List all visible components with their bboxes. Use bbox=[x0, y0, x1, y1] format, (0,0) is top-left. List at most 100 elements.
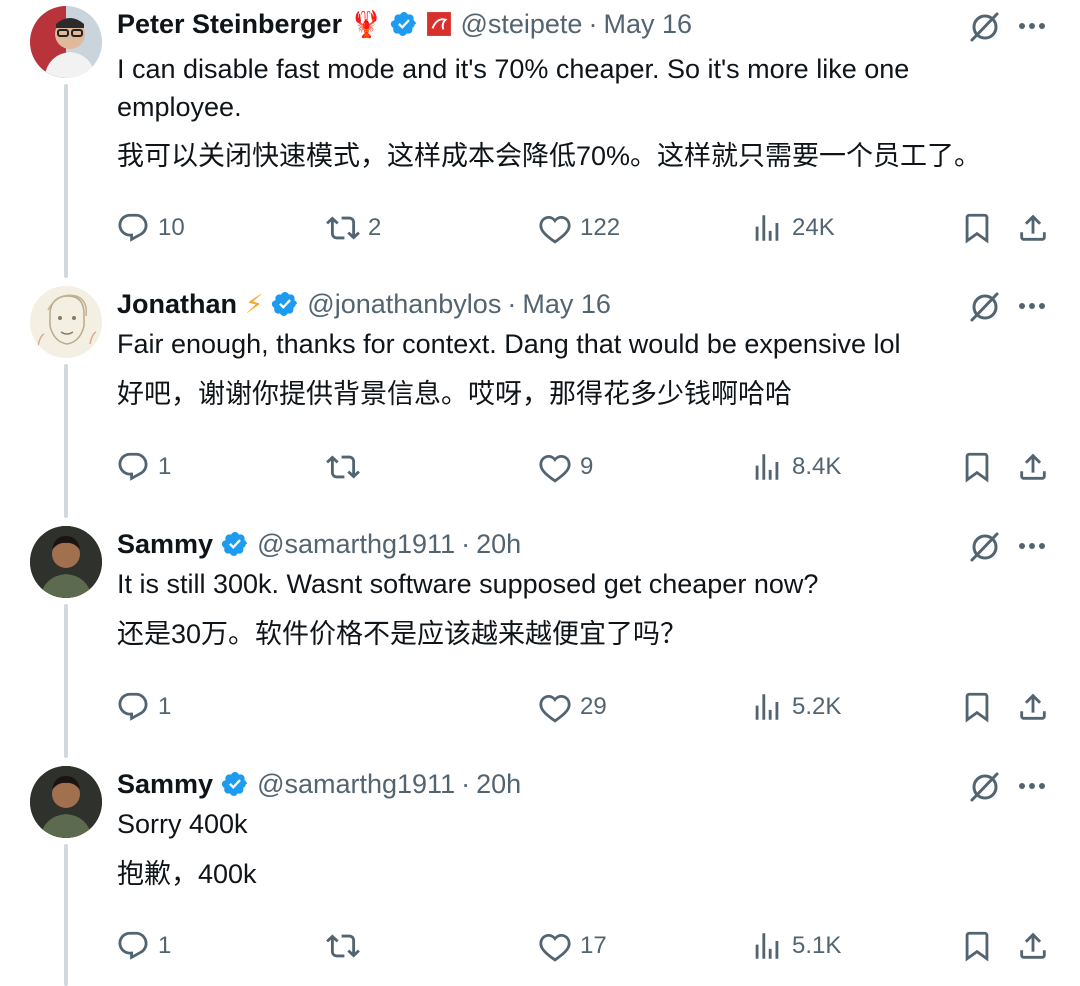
share-button[interactable] bbox=[1016, 447, 1050, 487]
retweet-button[interactable]: 2 bbox=[326, 208, 381, 248]
author-name[interactable]: Sammy bbox=[117, 529, 213, 560]
avatar-image bbox=[30, 286, 102, 358]
views-button[interactable]: 5.1K bbox=[750, 926, 841, 966]
author-name[interactable]: Sammy bbox=[117, 769, 213, 800]
grok-icon[interactable] bbox=[964, 526, 1004, 566]
grok-icon[interactable] bbox=[964, 6, 1004, 46]
speech-bubble-icon bbox=[118, 692, 148, 721]
tweet-text-zh: 好吧，谢谢你提供背景信息。哎呀，那得花多少钱啊哈哈 bbox=[117, 379, 792, 409]
tweet-date[interactable]: 20h bbox=[476, 769, 521, 800]
views-button[interactable]: 5.2K bbox=[750, 687, 841, 727]
avatar[interactable] bbox=[30, 286, 102, 358]
tweet-text-en: Fair enough, thanks for context. Dang th… bbox=[117, 329, 901, 359]
heart-outline-icon bbox=[539, 694, 571, 723]
heart-outline-icon bbox=[539, 933, 571, 962]
retweet-arrows-icon bbox=[326, 455, 360, 479]
more-options-icon[interactable] bbox=[1014, 8, 1050, 44]
more-options-icon[interactable] bbox=[1014, 528, 1050, 564]
tweet-header: Sammy @samarthg1911 · 20h bbox=[117, 526, 521, 562]
like-count: 9 bbox=[580, 453, 594, 480]
share-upload-icon bbox=[1020, 453, 1046, 480]
like-button[interactable]: 29 bbox=[538, 687, 607, 727]
heart-outline-icon bbox=[539, 454, 571, 483]
author-handle[interactable]: @steipete bbox=[460, 9, 582, 40]
share-button[interactable] bbox=[1016, 926, 1050, 966]
tweet-text-zh: 我可以关闭快速模式，这样成本会降低70%。这样就只需要一个员工了。 bbox=[117, 141, 982, 171]
author-name[interactable]: Peter Steinberger bbox=[117, 9, 342, 40]
views-count: 8.4K bbox=[792, 453, 842, 480]
bookmark-icon bbox=[965, 452, 989, 483]
avatar-image bbox=[30, 766, 102, 838]
retweet-arrows-icon bbox=[326, 934, 360, 958]
speech-bubble-icon bbox=[118, 931, 148, 960]
author-name[interactable]: Jonathan bbox=[117, 289, 237, 320]
tweet[interactable]: Sammy @samarthg1911 · 20h Sorry 400k 抱歉，… bbox=[0, 760, 1080, 986]
views-count: 5.2K bbox=[792, 693, 842, 720]
grok-icon[interactable] bbox=[964, 286, 1004, 326]
bar-chart-icon bbox=[755, 933, 779, 959]
reply-count: 10 bbox=[158, 214, 185, 241]
like-button[interactable]: 122 bbox=[538, 208, 620, 248]
retweet-arrows-icon bbox=[326, 216, 360, 240]
avatar[interactable] bbox=[30, 766, 102, 838]
retweet-button[interactable] bbox=[326, 926, 368, 966]
views-button[interactable]: 24K bbox=[750, 208, 835, 248]
like-button[interactable]: 9 bbox=[538, 447, 593, 487]
more-options-icon[interactable] bbox=[1014, 768, 1050, 804]
more-options-icon[interactable] bbox=[1014, 288, 1050, 324]
share-button[interactable] bbox=[1016, 687, 1050, 727]
lightning-emoji: ⚡ bbox=[245, 288, 264, 319]
affiliate-badge-icon[interactable] bbox=[426, 11, 452, 37]
tweet-actions: 10 2 122 24K bbox=[0, 208, 1080, 248]
separator-dot: · bbox=[588, 8, 598, 39]
bookmark-button[interactable] bbox=[960, 447, 994, 487]
retweet-count: 2 bbox=[368, 214, 382, 241]
reply-button[interactable]: 1 bbox=[116, 687, 171, 727]
tweet-text-en: I can disable fast mode and it's 70% che… bbox=[117, 54, 910, 122]
avatar[interactable] bbox=[30, 526, 102, 598]
verified-badge-icon[interactable] bbox=[271, 290, 299, 318]
tweet-header: Peter Steinberger 🦞 @steipete · May 16 bbox=[117, 6, 692, 42]
lobster-emoji: 🦞 bbox=[350, 8, 383, 39]
author-handle[interactable]: @jonathanbylos bbox=[307, 289, 501, 320]
reply-button[interactable]: 1 bbox=[116, 926, 171, 966]
grok-icon[interactable] bbox=[964, 766, 1004, 806]
bookmark-icon bbox=[965, 692, 989, 723]
reply-button[interactable]: 1 bbox=[116, 447, 171, 487]
reply-count: 1 bbox=[158, 932, 172, 959]
tweet[interactable]: Jonathan ⚡ @jonathanbylos · May 16 Fair … bbox=[0, 280, 1080, 520]
tweet-text-zh: 抱歉，400k bbox=[117, 859, 257, 889]
tweet-date[interactable]: May 16 bbox=[522, 289, 611, 320]
author-handle[interactable]: @samarthg1911 bbox=[257, 529, 455, 560]
share-button[interactable] bbox=[1016, 208, 1050, 248]
views-button[interactable]: 8.4K bbox=[750, 447, 841, 487]
bookmark-icon bbox=[965, 931, 989, 962]
tweet-actions: 1 29 5.2K bbox=[0, 687, 1080, 727]
verified-badge-icon[interactable] bbox=[221, 770, 249, 798]
speech-bubble-icon bbox=[118, 452, 148, 481]
share-upload-icon bbox=[1020, 693, 1046, 720]
separator-dot: · bbox=[461, 768, 471, 799]
tweet-date[interactable]: 20h bbox=[476, 529, 521, 560]
avatar[interactable] bbox=[30, 6, 102, 78]
reply-count: 1 bbox=[158, 453, 172, 480]
author-handle[interactable]: @samarthg1911 bbox=[257, 769, 455, 800]
retweet-button[interactable] bbox=[326, 447, 368, 487]
verified-badge-icon[interactable] bbox=[221, 530, 249, 558]
tweet-text-zh: 还是30万。软件价格不是应该越来越便宜了吗？ bbox=[117, 619, 688, 649]
bar-chart-icon bbox=[755, 454, 779, 480]
heart-outline-icon bbox=[539, 215, 571, 244]
bar-chart-icon bbox=[755, 215, 779, 241]
verified-badge-icon[interactable] bbox=[390, 10, 418, 38]
separator-dot: · bbox=[507, 288, 517, 319]
bookmark-button[interactable] bbox=[960, 208, 994, 248]
bookmark-button[interactable] bbox=[960, 687, 994, 727]
reply-button[interactable]: 10 bbox=[116, 208, 185, 248]
tweet-header: Sammy @samarthg1911 · 20h bbox=[117, 766, 521, 802]
tweet-text-en: Sorry 400k bbox=[117, 809, 248, 839]
tweet[interactable]: Sammy @samarthg1911 · 20h It is still 30… bbox=[0, 520, 1080, 760]
tweet[interactable]: Peter Steinberger 🦞 @steipete · May 16 I… bbox=[0, 0, 1080, 280]
like-button[interactable]: 17 bbox=[538, 926, 607, 966]
tweet-date[interactable]: May 16 bbox=[603, 9, 692, 40]
bookmark-button[interactable] bbox=[960, 926, 994, 966]
